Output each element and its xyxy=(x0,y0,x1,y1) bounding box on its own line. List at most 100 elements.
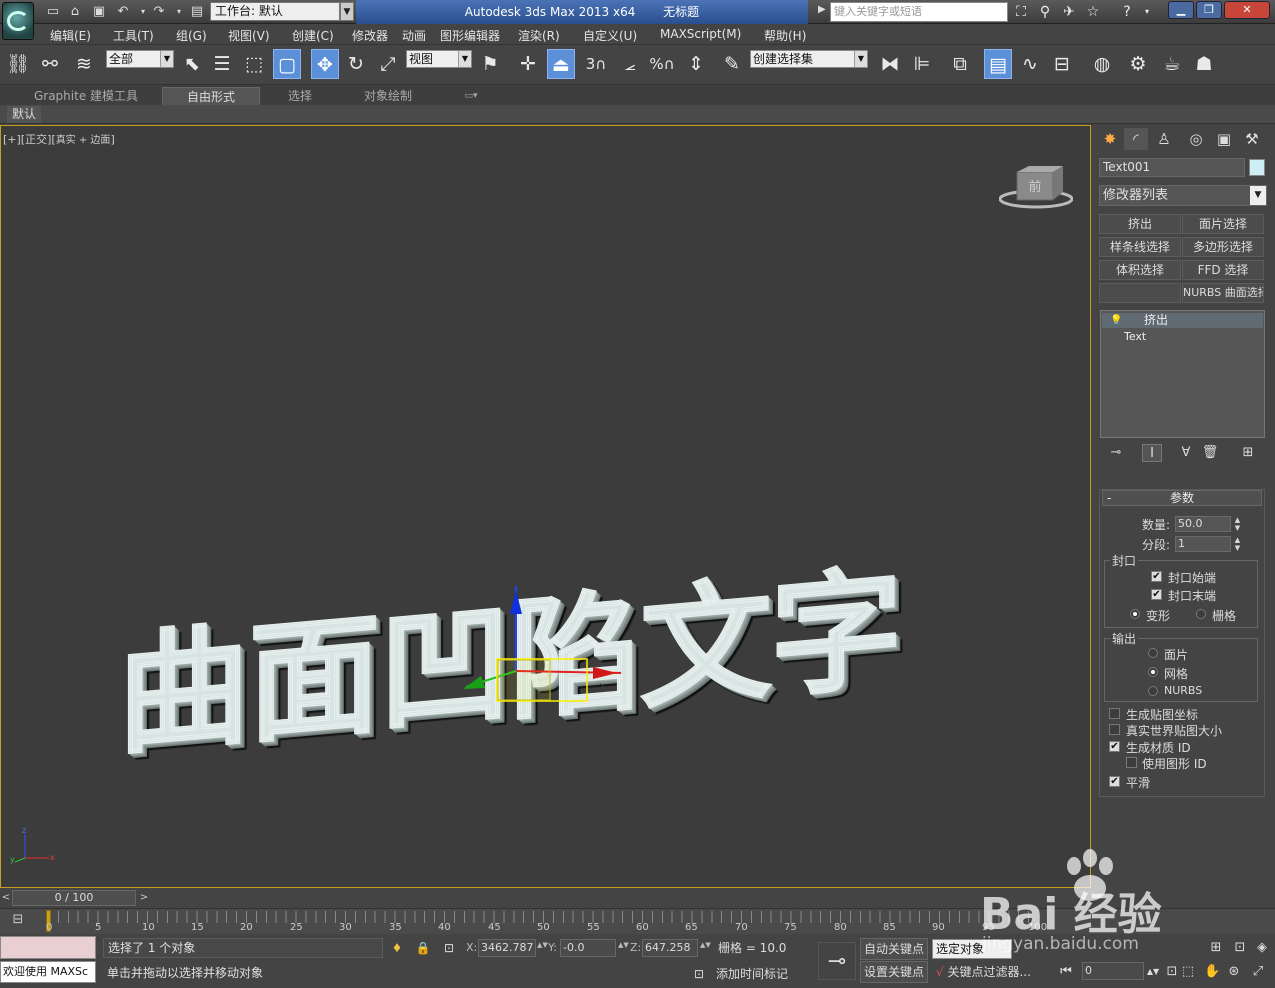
keyboard-shortcut-override-icon[interactable]: ⏏ xyxy=(547,49,575,79)
grid-radio[interactable] xyxy=(1196,609,1206,619)
cap-start-checkbox[interactable]: ✔ xyxy=(1151,571,1162,582)
search-input[interactable]: 键入关键字或短语 xyxy=(830,2,1008,22)
menu-rendering[interactable]: 渲染(R) xyxy=(518,27,560,44)
ffd-select-button[interactable]: FFD 选择 xyxy=(1182,260,1264,280)
save-file-icon[interactable]: ▣ xyxy=(90,3,108,21)
real-world-checkbox[interactable] xyxy=(1109,724,1120,735)
morph-radio[interactable] xyxy=(1130,609,1140,619)
current-frame-field[interactable]: 0 xyxy=(1082,962,1144,980)
schematic-view-icon[interactable]: ⊟ xyxy=(1048,49,1076,79)
pan-view-icon[interactable]: ✋ xyxy=(1204,963,1220,981)
percent-snap-icon[interactable]: %∩ xyxy=(648,49,676,79)
help-icon[interactable]: ? xyxy=(1118,3,1136,21)
selection-lock-icon[interactable]: 🔒 xyxy=(414,938,432,958)
spinner-snap-icon[interactable]: ⇕ xyxy=(682,49,710,79)
zoom-all-icon[interactable]: ⊞ xyxy=(1208,939,1224,957)
object-color-swatch[interactable] xyxy=(1249,159,1265,176)
frame-spinner-icon[interactable]: ▲▼ xyxy=(1145,963,1161,981)
menu-maxscript[interactable]: MAXScript(M) xyxy=(660,27,741,41)
mirror-icon[interactable]: ⧓ xyxy=(876,49,904,79)
segments-spinner-field[interactable]: 1 xyxy=(1175,536,1231,552)
render-setup-icon[interactable]: ⚙ xyxy=(1124,49,1152,79)
favorites-star-icon[interactable]: ☆ xyxy=(1084,3,1102,21)
menu-help[interactable]: 帮助(H) xyxy=(764,27,806,44)
select-and-link-icon[interactable]: ⛓ xyxy=(4,49,32,79)
field-of-view-icon[interactable]: ◈ xyxy=(1254,939,1270,957)
use-shape-id-checkbox[interactable] xyxy=(1126,757,1137,768)
redo-dropdown-icon[interactable]: ▾ xyxy=(170,3,188,21)
chevron-down-icon[interactable]: ▼ xyxy=(340,2,354,21)
segments-spinner-arrows[interactable]: ▲ ▼ xyxy=(1233,536,1242,552)
show-end-result-icon[interactable]: Ⅰ xyxy=(1142,444,1162,462)
hierarchy-tab-icon[interactable]: ♙ xyxy=(1152,128,1176,150)
output-nurbs-radio[interactable] xyxy=(1148,686,1158,696)
menu-customize[interactable]: 自定义(U) xyxy=(583,27,637,44)
time-tag-icon[interactable]: ⊡ xyxy=(690,964,708,984)
remove-modifier-icon[interactable]: 🗑 xyxy=(1200,444,1220,462)
rectangular-selection-icon[interactable]: ⬚ xyxy=(240,49,268,79)
workspace-dropdown[interactable]: 工作台: 默认 xyxy=(210,2,340,21)
set-key-button[interactable]: 设置关键点 xyxy=(860,961,928,983)
auto-key-button[interactable]: 自动关键点 xyxy=(860,938,928,960)
rendered-frame-window-icon[interactable]: ☕ xyxy=(1158,49,1186,79)
reference-coordinate-dropdown[interactable]: 视图 ▼ xyxy=(406,50,472,68)
parameters-rollout-header[interactable]: - 参数 xyxy=(1102,490,1262,506)
menu-tools[interactable]: 工具(T) xyxy=(113,27,154,44)
selection-filter-dropdown[interactable]: 全部 ▼ xyxy=(106,50,174,68)
render-production-icon[interactable]: ☗ xyxy=(1190,49,1218,79)
mini-curve-editor-icon[interactable]: ⊟ xyxy=(8,912,28,930)
undo-icon[interactable]: ↶ xyxy=(114,3,132,21)
move-transform-gizmo[interactable] xyxy=(461,576,631,706)
z-spinner-icon[interactable]: ▲▼ xyxy=(700,941,711,949)
smooth-checkbox[interactable]: ✔ xyxy=(1109,776,1120,787)
close-button[interactable]: ✕ xyxy=(1224,1,1270,19)
new-file-icon[interactable]: ▭ xyxy=(44,3,62,21)
snaps-toggle-icon[interactable]: 3∩ xyxy=(582,49,610,79)
x-spinner-icon[interactable]: ▲▼ xyxy=(537,941,548,949)
bind-to-space-warp-icon[interactable]: ≋ xyxy=(70,49,98,79)
amount-spinner-arrows[interactable]: ▲ ▼ xyxy=(1233,516,1242,532)
subscription-key-icon[interactable]: ⚲ xyxy=(1036,3,1054,21)
search-expand-icon[interactable]: ▶ xyxy=(818,4,826,15)
isolate-selection-icon[interactable]: ♦ xyxy=(388,938,406,958)
key-filters-button[interactable]: √ 关键点过滤器... xyxy=(932,962,1044,982)
pivot-center-icon[interactable]: ⚑ xyxy=(476,49,504,79)
viewport-label-main[interactable]: [+][正交][ xyxy=(3,133,56,146)
make-unique-icon[interactable]: ∀ xyxy=(1176,444,1196,462)
pin-stack-icon[interactable]: ⊸ xyxy=(1106,444,1126,462)
maximize-viewport-icon[interactable]: ⤢ xyxy=(1250,963,1266,981)
open-file-icon[interactable]: ⌂ xyxy=(66,3,84,21)
cap-end-checkbox[interactable]: ✔ xyxy=(1151,589,1162,600)
modify-tab-icon[interactable]: ◜ xyxy=(1124,128,1148,150)
select-by-name-icon[interactable]: ☰ xyxy=(208,49,236,79)
display-tab-icon[interactable]: ▣ xyxy=(1212,128,1236,150)
material-editor-icon[interactable]: ◍ xyxy=(1088,49,1116,79)
menu-animation[interactable]: 动画 xyxy=(402,27,426,44)
y-coordinate-field[interactable]: -0.0 xyxy=(560,939,616,957)
communication-center-icon[interactable]: ✈ xyxy=(1060,3,1078,21)
track-bar[interactable]: ⊟ 0 5 10 15 20 25 30 35 40 45 50 55 60 6… xyxy=(0,908,1275,934)
nurbs-surface-select-button[interactable]: NURBS 曲面选择 xyxy=(1182,283,1264,303)
utilities-tab-icon[interactable]: ⚒ xyxy=(1240,128,1264,150)
restore-button[interactable]: ❐ xyxy=(1196,1,1222,19)
zoom-region-icon[interactable]: ⬚ xyxy=(1180,963,1196,981)
stack-item-text[interactable]: Text xyxy=(1102,329,1263,344)
modifier-stack[interactable]: 💡 挤出 Text xyxy=(1100,310,1265,438)
gen-matid-checkbox[interactable]: ✔ xyxy=(1109,741,1120,752)
set-key-icon[interactable]: ⊸ xyxy=(818,942,856,980)
select-and-scale-icon[interactable]: ⤢ xyxy=(374,49,402,79)
poly-select-button[interactable]: 多边形选择 xyxy=(1182,237,1264,257)
next-frame-icon[interactable]: > xyxy=(138,890,150,906)
minimize-button[interactable]: ▁ xyxy=(1168,1,1194,19)
modifier-list-dropdown[interactable]: 修改器列表 ▼ xyxy=(1099,185,1267,206)
z-coordinate-field[interactable]: 647.258 xyxy=(642,939,698,957)
help-dropdown-icon[interactable]: ▾ xyxy=(1138,3,1156,21)
front-viewport[interactable]: [+][正交][真实 + 边面] 前 曲面凹陷文字 z x xyxy=(0,125,1091,888)
tab-selection[interactable]: 选择 xyxy=(270,87,330,105)
y-spinner-icon[interactable]: ▲▼ xyxy=(618,941,629,949)
previous-frame-icon[interactable]: < xyxy=(0,890,12,906)
binoculars-icon[interactable]: ⛶ xyxy=(1012,3,1030,21)
stack-item-extrude[interactable]: 💡 挤出 xyxy=(1102,313,1263,328)
ribbon-default-tab[interactable]: 默认 xyxy=(7,106,42,123)
patch-select-button[interactable]: 面片选择 xyxy=(1182,214,1264,234)
